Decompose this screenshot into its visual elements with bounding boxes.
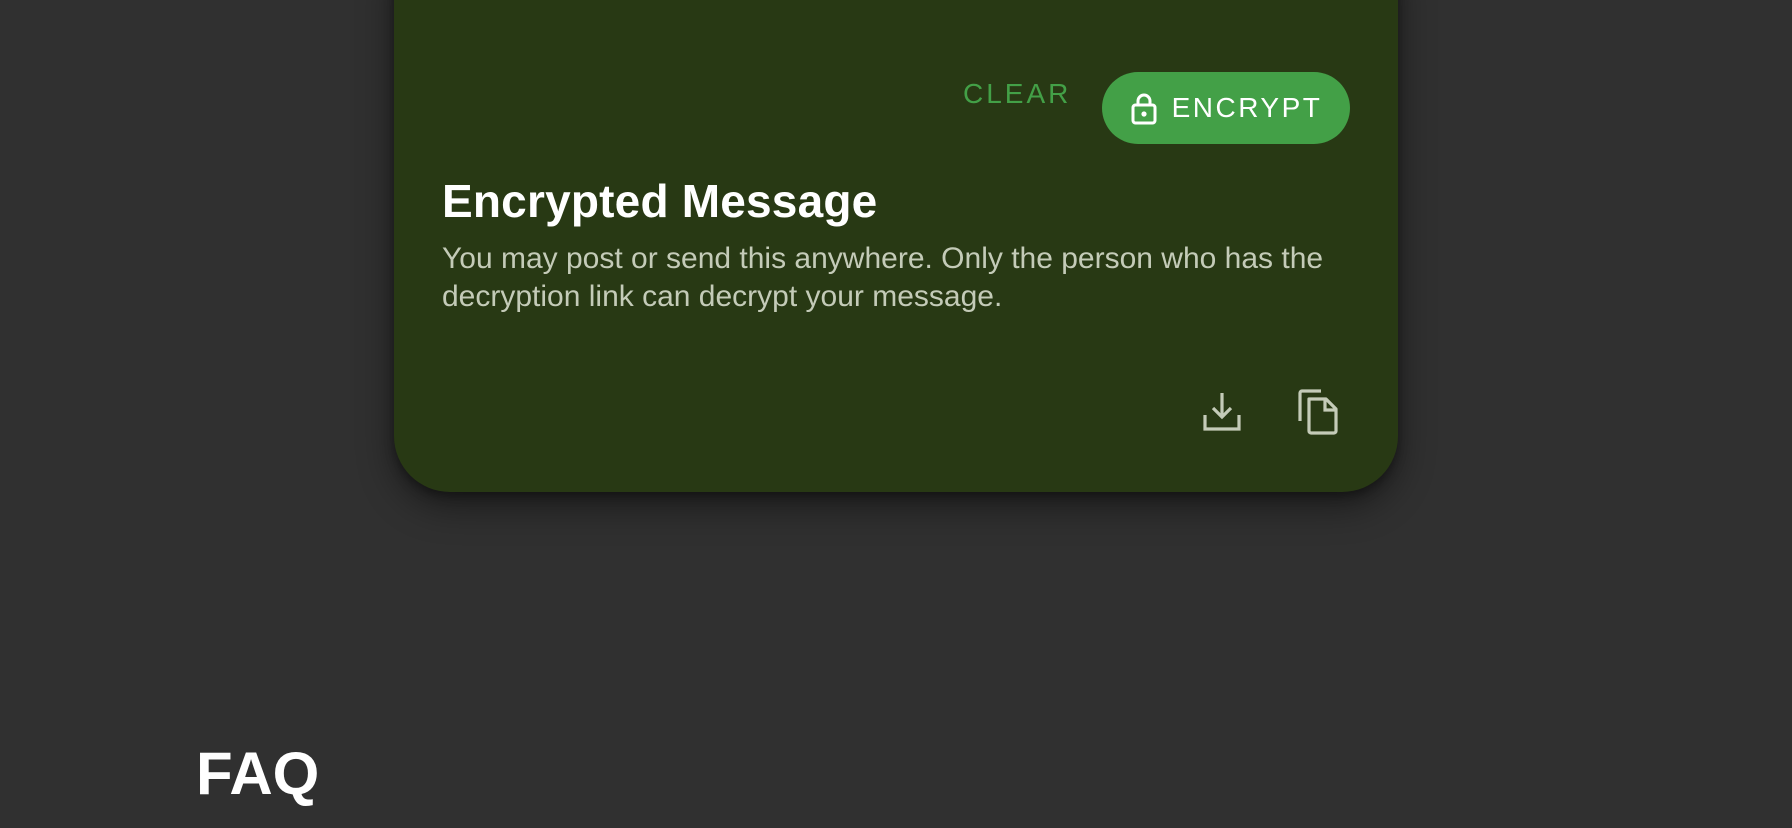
encrypted-message-description: You may post or send this anywhere. Only… xyxy=(442,242,1324,313)
download-button[interactable] xyxy=(1194,386,1250,442)
encrypt-button[interactable]: ENCRYPT xyxy=(1102,72,1350,144)
clear-button[interactable]: CLEAR xyxy=(939,72,1095,116)
copy-icon xyxy=(1297,388,1339,441)
encryption-card: CLEAR ENCRYPT Encrypted Message You may … xyxy=(394,0,1398,492)
faq-heading: FAQ xyxy=(196,740,320,807)
encrypt-button-label: ENCRYPT xyxy=(1171,92,1323,123)
page: CLEAR ENCRYPT Encrypted Message You may … xyxy=(0,0,1792,828)
encrypted-message-title: Encrypted Message xyxy=(442,175,878,227)
lock-icon xyxy=(1130,91,1158,125)
download-icon xyxy=(1202,391,1242,438)
copy-button[interactable] xyxy=(1290,386,1346,442)
